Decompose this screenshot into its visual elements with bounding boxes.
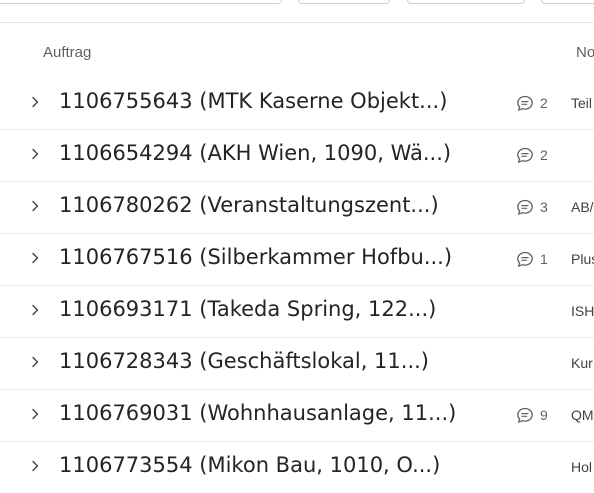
- order-title[interactable]: 1106693171 (Takeda Spring, 122...): [59, 297, 436, 321]
- chevron-right-icon[interactable]: [28, 406, 42, 420]
- chevron-right-icon[interactable]: [28, 146, 42, 160]
- chevron-right-icon[interactable]: [28, 198, 42, 212]
- comment-count-badge[interactable]: 1: [516, 250, 548, 268]
- comment-count: 9: [540, 407, 548, 423]
- comment-count: 2: [540, 147, 548, 163]
- toolbar-button[interactable]: [0, 0, 282, 4]
- comment-icon: [516, 407, 534, 424]
- note-cell: Teil: [571, 95, 593, 111]
- table-row[interactable]: 1106654294 (AKH Wien, 1090, Wä...) 2: [0, 130, 594, 182]
- column-header-notiz[interactable]: No: [576, 44, 594, 61]
- order-title[interactable]: 1106728343 (Geschäftslokal, 11...): [59, 349, 429, 373]
- order-list: 1106755643 (MTK Kaserne Objekt...) 2 Teil 1…: [0, 78, 594, 493]
- toolbar-button[interactable]: [407, 0, 525, 4]
- toolbar: [0, 0, 594, 23]
- note-cell: Hol: [571, 459, 593, 475]
- table-row[interactable]: 1106773554 (Mikon Bau, 1010, O...) Hol: [0, 442, 594, 493]
- toolbar-button[interactable]: [541, 0, 594, 4]
- order-title[interactable]: 1106769031 (Wohnhausanlage, 11...): [59, 401, 456, 425]
- note-cell: Plus: [571, 251, 594, 267]
- comment-count-badge[interactable]: 2: [516, 146, 548, 164]
- order-title[interactable]: 1106767516 (Silberkammer Hofbu...): [59, 245, 452, 269]
- chevron-right-icon[interactable]: [28, 302, 42, 316]
- table-row[interactable]: 1106693171 (Takeda Spring, 122...) ISH: [0, 286, 594, 338]
- comment-count: 1: [540, 251, 548, 267]
- comment-icon: [516, 95, 534, 112]
- table-row[interactable]: 1106755643 (MTK Kaserne Objekt...) 2 Teil: [0, 78, 594, 130]
- order-title[interactable]: 1106755643 (MTK Kaserne Objekt...): [59, 89, 447, 113]
- comment-icon: [516, 251, 534, 268]
- toolbar-button[interactable]: [298, 0, 390, 4]
- comment-icon: [516, 147, 534, 164]
- chevron-right-icon[interactable]: [28, 458, 42, 472]
- table-header: Auftrag No: [0, 23, 594, 75]
- column-header-auftrag[interactable]: Auftrag: [43, 44, 91, 61]
- table-row[interactable]: 1106780262 (Veranstaltungszent...) 3 AB/: [0, 182, 594, 234]
- note-cell: ISH: [571, 303, 594, 319]
- order-title[interactable]: 1106780262 (Veranstaltungszent...): [59, 193, 439, 217]
- chevron-right-icon[interactable]: [28, 94, 42, 108]
- chevron-right-icon[interactable]: [28, 354, 42, 368]
- table-row[interactable]: 1106769031 (Wohnhausanlage, 11...) 9 QM: [0, 390, 594, 442]
- chevron-right-icon[interactable]: [28, 250, 42, 264]
- comment-count: 2: [540, 95, 548, 111]
- comment-count-badge[interactable]: 9: [516, 406, 548, 424]
- note-cell: AB/: [571, 199, 594, 215]
- note-cell: QM: [571, 407, 594, 423]
- order-title[interactable]: 1106773554 (Mikon Bau, 1010, O...): [59, 453, 440, 477]
- comment-icon: [516, 199, 534, 216]
- comment-count-badge[interactable]: 2: [516, 94, 548, 112]
- comment-count: 3: [540, 199, 548, 215]
- comment-count-badge[interactable]: 3: [516, 198, 548, 216]
- order-title[interactable]: 1106654294 (AKH Wien, 1090, Wä...): [59, 141, 451, 165]
- note-cell: Kur: [571, 355, 593, 371]
- table-row[interactable]: 1106767516 (Silberkammer Hofbu...) 1 Plus: [0, 234, 594, 286]
- table-row[interactable]: 1106728343 (Geschäftslokal, 11...) Kur: [0, 338, 594, 390]
